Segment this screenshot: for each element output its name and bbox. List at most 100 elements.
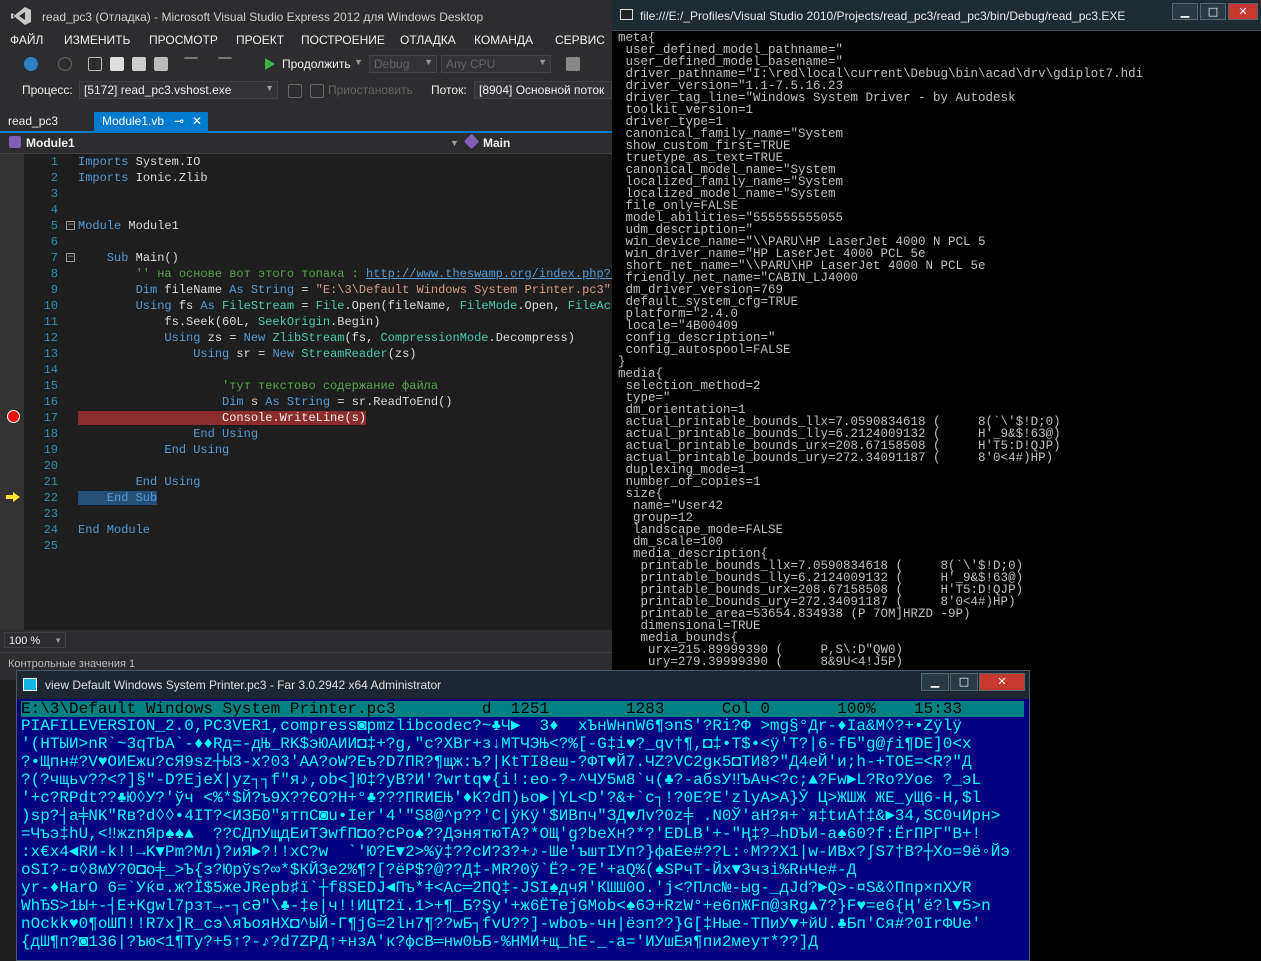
code-line[interactable]: 1 Imports System.IO bbox=[0, 154, 612, 170]
line-number: 22 bbox=[43, 491, 58, 505]
viewer-content[interactable]: PIAFILEVERSION_2.0,PC3VER1,compress◙pmzl… bbox=[21, 717, 1024, 960]
code-line[interactable]: 21 End Using bbox=[0, 474, 612, 490]
menu-edit[interactable]: ИЗМЕНИТЬ bbox=[64, 33, 130, 47]
undo-icon[interactable] bbox=[184, 57, 198, 71]
code-token: = sr.ReadToEnd() bbox=[330, 395, 453, 409]
maximize-button[interactable]: □ bbox=[950, 673, 978, 691]
continue-button[interactable]: Продолжить bbox=[282, 57, 351, 71]
find-in-files-icon[interactable] bbox=[566, 57, 580, 71]
back-icon[interactable] bbox=[24, 57, 38, 71]
close-button[interactable]: ✕ bbox=[1228, 3, 1258, 20]
code-line[interactable]: 19 End Using bbox=[0, 442, 612, 458]
menu-debug[interactable]: ОТЛАДКА bbox=[400, 33, 456, 47]
code-line[interactable]: 5− Module Module1 bbox=[0, 218, 612, 234]
code-line[interactable]: 22 End Sub bbox=[0, 490, 612, 506]
forward-icon[interactable] bbox=[58, 57, 72, 71]
code-line[interactable]: 14 bbox=[0, 362, 612, 378]
code-line[interactable]: 17 Console.WriteLine(s) bbox=[0, 410, 612, 426]
viewer-line: уr-♦HarO 6=`Уќ¤.ж?Ї$5жеJRepb♯ï`┼f8SEDJ◄П… bbox=[21, 879, 972, 897]
code-line[interactable]: 24 End Module bbox=[0, 522, 612, 538]
chevron-down-icon: ▼ bbox=[54, 636, 62, 645]
code-token: "E:\3\Default Windows System Printer.pc3… bbox=[308, 283, 611, 297]
code-line[interactable]: 4 bbox=[0, 202, 612, 218]
menu-file[interactable]: ФАЙЛ bbox=[10, 33, 43, 47]
code-token: Using bbox=[78, 347, 230, 361]
tab-read-pc3[interactable]: read_pc3 bbox=[0, 112, 94, 131]
type-navigation-combo[interactable]: Module1 bbox=[26, 134, 75, 152]
member-navigation-combo[interactable]: Main bbox=[483, 134, 510, 152]
zoom-level-select[interactable]: 100 % ▼ bbox=[4, 632, 66, 648]
code-line[interactable]: 7− Sub Main() bbox=[0, 250, 612, 266]
menu-build[interactable]: ПОСТРОЕНИЕ bbox=[301, 33, 385, 47]
code-token: Dim bbox=[78, 395, 244, 409]
chevron-down-icon[interactable]: ▼ bbox=[450, 134, 459, 152]
code-editor[interactable]: 1 Imports System.IO 2 Imports Ionic.Zlib 3 4 5… bbox=[0, 154, 612, 630]
save-icon[interactable] bbox=[132, 57, 146, 71]
code-line[interactable]: 25 bbox=[0, 538, 612, 554]
suspend-button[interactable]: Приостановить bbox=[328, 83, 413, 97]
current-statement-arrow-icon[interactable] bbox=[5, 492, 21, 502]
continue-dropdown-icon[interactable]: ▼ bbox=[354, 57, 363, 67]
line-number: 5 bbox=[50, 219, 58, 233]
solution-configuration-select[interactable]: Debug ▼ bbox=[369, 55, 437, 73]
menu-tools[interactable]: СЕРВИС bbox=[555, 33, 605, 47]
code-token: fileName bbox=[157, 283, 223, 297]
pin-icon[interactable]: ⊸ bbox=[174, 112, 184, 131]
visual-studio-logo-icon bbox=[11, 7, 31, 25]
minimize-button[interactable]: ▁ bbox=[921, 673, 949, 691]
menu-view[interactable]: ПРОСМОТР bbox=[149, 33, 218, 47]
code-line[interactable]: 13 Using sr = New StreamReader(zs) bbox=[0, 346, 612, 362]
menu-project[interactable]: ПРОЕКТ bbox=[236, 33, 284, 47]
breakpoint-icon[interactable] bbox=[7, 410, 20, 423]
code-line[interactable]: 10 Using fs As FileStream = File.Open(fi… bbox=[0, 298, 612, 314]
maximize-button[interactable]: □ bbox=[1200, 3, 1226, 20]
code-line[interactable]: 9 Dim fileName As String = "E:\3\Default… bbox=[0, 282, 612, 298]
continue-play-icon[interactable] bbox=[264, 57, 276, 71]
code-line[interactable]: 12 Using zs = New ZlibStream(fs, Compres… bbox=[0, 330, 612, 346]
code-text: End Using bbox=[78, 474, 201, 490]
code-token: System.IO bbox=[128, 155, 201, 169]
process-select[interactable]: [5172] read_pc3.vshost.exe ▼ bbox=[79, 81, 278, 99]
solution-platform-select[interactable]: Any CPU ▼ bbox=[441, 55, 551, 73]
new-file-icon[interactable] bbox=[88, 57, 102, 71]
code-line[interactable]: 2 Imports Ionic.Zlib bbox=[0, 170, 612, 186]
line-number: 13 bbox=[43, 347, 58, 361]
line-number: 10 bbox=[43, 299, 58, 313]
code-token: Ionic.Zlib bbox=[128, 171, 208, 185]
code-line[interactable]: 16 Dim s As String = sr.ReadToEnd() bbox=[0, 394, 612, 410]
open-file-icon[interactable] bbox=[110, 57, 124, 71]
code-line[interactable]: 8 '' на основе вот этого топака : http:/… bbox=[0, 266, 612, 282]
suspend-icon[interactable] bbox=[310, 84, 324, 98]
save-all-icon[interactable] bbox=[154, 57, 168, 71]
outline-collapse-icon[interactable]: − bbox=[66, 253, 75, 262]
lifecycle-events-icon[interactable] bbox=[288, 84, 302, 98]
code-token: FileMode bbox=[452, 299, 518, 313]
code-line[interactable]: 20 bbox=[0, 458, 612, 474]
viewer-line: oSI?-¤◊8мУ?0◘o╪_>Ъ{з?Юрўs?∞*$КЙЗе2%¶?[?ё… bbox=[21, 861, 857, 879]
code-token: End Using bbox=[78, 427, 259, 441]
menu-team[interactable]: КОМАНДА bbox=[474, 33, 533, 47]
line-number: 19 bbox=[43, 443, 58, 457]
close-button[interactable]: ✕ bbox=[979, 673, 1025, 691]
line-number: 25 bbox=[43, 539, 58, 553]
close-icon[interactable]: ✕ bbox=[192, 112, 202, 131]
code-line[interactable]: 15 'тут текстово содержание файла bbox=[0, 378, 612, 394]
thread-select[interactable]: [8904] Основной поток bbox=[474, 81, 612, 99]
console-output[interactable]: meta{ user_defined_model_pathname=" user… bbox=[618, 32, 1258, 672]
line-number: 18 bbox=[43, 427, 58, 441]
line-number: 4 bbox=[50, 203, 58, 217]
watch-panel-title[interactable]: Контрольные значения 1 bbox=[8, 658, 135, 670]
code-line[interactable]: 18 End Using bbox=[0, 426, 612, 442]
console-line: name="User42 bbox=[618, 499, 724, 513]
minimize-button[interactable]: ▁ bbox=[1172, 3, 1198, 20]
code-line[interactable]: 23 bbox=[0, 506, 612, 522]
code-line[interactable]: 3 bbox=[0, 186, 612, 202]
tab-module1-vb[interactable]: Module1.vb ⊸ ✕ bbox=[94, 112, 208, 131]
code-line[interactable]: 6 bbox=[0, 234, 612, 250]
outline-collapse-icon[interactable]: − bbox=[66, 221, 75, 230]
debug-location-toolbar: Процесс: [5172] read_pc3.vshost.exe ▼ При… bbox=[0, 80, 612, 102]
redo-icon[interactable] bbox=[218, 57, 232, 71]
viewer-line: =Чъэ‡hU,<‼жznЯр♠♠▲ ??CДпУщдЕиТЭwfП◘o?cPo… bbox=[21, 825, 982, 843]
navigation-bar: Module1 ▼ Main bbox=[0, 133, 612, 154]
code-line[interactable]: 11 fs.Seek(60L, SeekOrigin.Begin) bbox=[0, 314, 612, 330]
